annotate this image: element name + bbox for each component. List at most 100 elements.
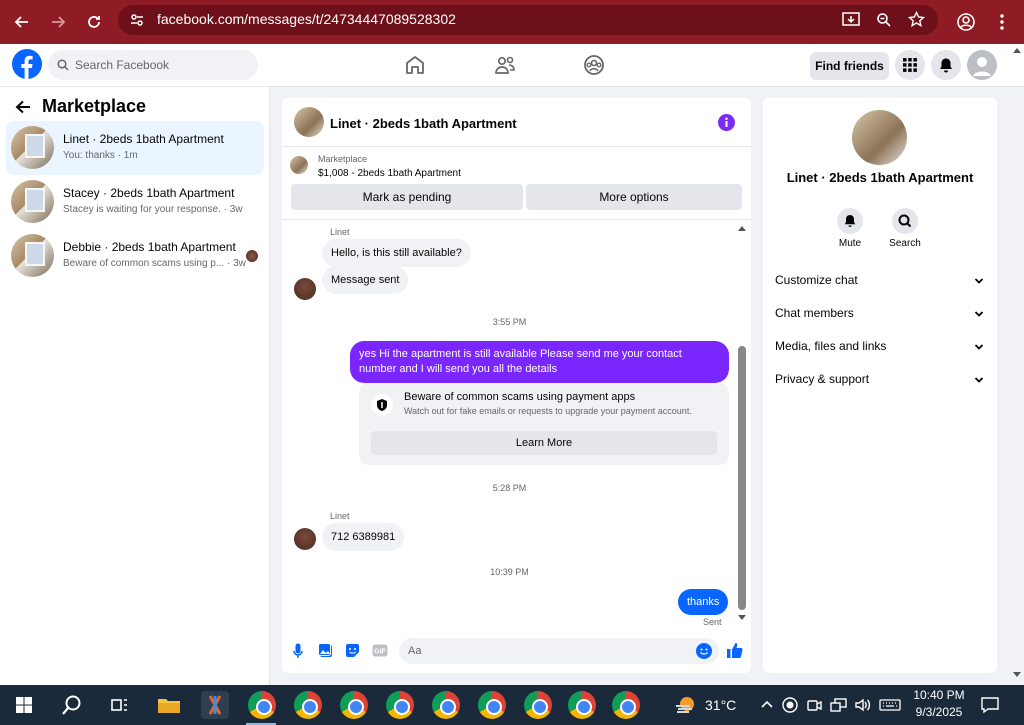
search-label: Search — [889, 238, 921, 249]
microphone-icon[interactable] — [293, 643, 303, 659]
learn-more-button[interactable]: Learn More — [371, 431, 717, 455]
groups-icon[interactable] — [582, 53, 606, 77]
browser-menu-icon[interactable] — [988, 8, 1016, 36]
facebook-search-input[interactable]: Search Facebook — [48, 50, 258, 80]
conversation-item[interactable]: Linet · 2beds 1bath Apartment You: thank… — [6, 121, 264, 175]
chrome-icon[interactable] — [248, 691, 276, 719]
contact-large-avatar[interactable] — [852, 110, 907, 165]
chevron-down-icon[interactable] — [973, 275, 985, 287]
bookmark-star-icon[interactable] — [908, 11, 925, 28]
facebook-header: Search Facebook Find friends — [0, 44, 1024, 87]
forward-icon[interactable] — [44, 8, 72, 36]
info-icon[interactable] — [718, 114, 735, 131]
find-friends-button[interactable]: Find friends — [810, 52, 889, 80]
task-view-icon[interactable] — [105, 691, 133, 719]
chrome-icon[interactable] — [568, 691, 596, 719]
photo-icon[interactable] — [318, 643, 333, 658]
install-app-icon[interactable] — [842, 12, 860, 28]
listing-price-title[interactable]: $1,008 - 2beds 1bath Apartment — [318, 168, 461, 179]
listing-thumbnail — [11, 126, 54, 169]
incoming-message[interactable]: Hello, is this still available? — [322, 239, 471, 267]
customize-chat-section[interactable]: Customize chat — [775, 273, 858, 287]
media-files-links-section[interactable]: Media, files and links — [775, 339, 886, 353]
search-conversation-button[interactable] — [892, 208, 918, 234]
conversation-item[interactable]: Stacey · 2beds 1bath Apartment Stacey is… — [6, 175, 264, 229]
chrome-icon[interactable] — [432, 691, 460, 719]
browser-toolbar: facebook.com/messages/t/2473444708952830… — [0, 0, 1024, 44]
meet-now-icon[interactable] — [806, 697, 822, 713]
chevron-down-icon[interactable] — [973, 341, 985, 353]
chrome-icon[interactable] — [612, 691, 640, 719]
sender-avatar[interactable] — [294, 278, 316, 300]
facebook-logo-icon[interactable] — [12, 49, 42, 79]
sender-avatar[interactable] — [294, 528, 316, 550]
site-settings-icon[interactable] — [129, 12, 145, 28]
header-divider — [282, 146, 751, 147]
weather-icon[interactable] — [672, 691, 700, 719]
file-explorer-icon[interactable] — [155, 691, 183, 719]
account-avatar[interactable] — [967, 50, 997, 80]
notifications-bell-icon[interactable] — [931, 50, 961, 80]
record-icon[interactable] — [782, 697, 798, 713]
gif-icon[interactable]: GIF — [372, 644, 388, 657]
scrollbar-up-arrow-icon[interactable] — [1012, 46, 1022, 56]
chrome-icon[interactable] — [478, 691, 506, 719]
chat-members-section[interactable]: Chat members — [775, 306, 854, 320]
back-icon[interactable] — [8, 8, 36, 36]
zoom-icon[interactable] — [876, 12, 892, 28]
url-text[interactable]: facebook.com/messages/t/2473444708952830… — [157, 11, 456, 27]
sticker-icon[interactable] — [345, 643, 360, 658]
chat-header-avatar[interactable] — [294, 107, 324, 137]
chat-scroll-down-icon[interactable] — [738, 615, 746, 621]
conversation-name: Linet · 2beds 1bath Apartment — [63, 132, 224, 146]
thumbs-up-icon[interactable] — [726, 642, 743, 659]
svg-text:GIF: GIF — [374, 649, 386, 656]
temperature[interactable]: 31°C — [705, 697, 736, 713]
clock-date[interactable]: 9/3/2025 — [908, 705, 970, 719]
listing-source: Marketplace — [318, 154, 368, 164]
chrome-icon[interactable] — [386, 691, 414, 719]
conversation-item[interactable]: Debbie · 2beds 1bath Apartment Beware of… — [6, 229, 264, 283]
mark-as-pending-button[interactable]: Mark as pending — [291, 184, 523, 210]
chevron-down-icon[interactable] — [973, 374, 985, 386]
page-scroll-down-icon[interactable] — [1012, 671, 1022, 679]
app-icon[interactable] — [201, 691, 229, 719]
outgoing-message[interactable]: yes Hi the apartment is still available … — [350, 341, 729, 383]
incoming-message[interactable]: 712 6389981 — [322, 523, 405, 551]
outgoing-message[interactable]: thanks — [678, 589, 729, 615]
mute-button[interactable] — [837, 208, 863, 234]
message-input[interactable]: Aa — [399, 638, 719, 664]
keyboard-icon[interactable] — [879, 697, 901, 713]
back-arrow-icon[interactable] — [15, 100, 31, 114]
notifications-icon[interactable] — [980, 695, 1000, 715]
chat-scroll-up-icon[interactable] — [738, 225, 746, 231]
volume-icon[interactable] — [854, 697, 872, 713]
home-icon[interactable] — [403, 53, 427, 77]
message-input-placeholder: Aa — [408, 645, 422, 657]
incoming-message[interactable]: Message sent — [322, 266, 409, 294]
listing-thumbnail — [11, 234, 54, 277]
message-timestamp: 5:28 PM — [492, 483, 527, 493]
chat-panel: Linet · 2beds 1bath Apartment Marketplac… — [282, 98, 751, 673]
more-options-button[interactable]: More options — [526, 184, 742, 210]
chrome-icon[interactable] — [524, 691, 552, 719]
chevron-up-icon[interactable] — [760, 698, 774, 712]
read-receipt-avatar — [246, 250, 258, 262]
chrome-icon[interactable] — [294, 691, 322, 719]
emoji-icon[interactable] — [696, 643, 712, 659]
clock-time[interactable]: 10:40 PM — [908, 688, 970, 702]
profile-icon[interactable] — [952, 8, 980, 36]
privacy-support-section[interactable]: Privacy & support — [775, 372, 869, 386]
address-bar[interactable]: facebook.com/messages/t/2473444708952830… — [118, 5, 938, 35]
chat-title[interactable]: Linet · 2beds 1bath Apartment — [330, 116, 517, 131]
conversation-name: Debbie · 2beds 1bath Apartment — [63, 240, 236, 254]
search-taskbar-icon[interactable] — [58, 691, 86, 719]
reload-icon[interactable] — [80, 8, 108, 36]
chevron-down-icon[interactable] — [973, 308, 985, 320]
friends-icon[interactable] — [493, 53, 517, 77]
network-icon[interactable] — [830, 697, 848, 713]
chrome-icon[interactable] — [340, 691, 368, 719]
windows-start-icon[interactable] — [10, 691, 38, 719]
chat-scrollbar-thumb[interactable] — [738, 346, 746, 610]
menu-grid-icon[interactable] — [895, 50, 925, 80]
